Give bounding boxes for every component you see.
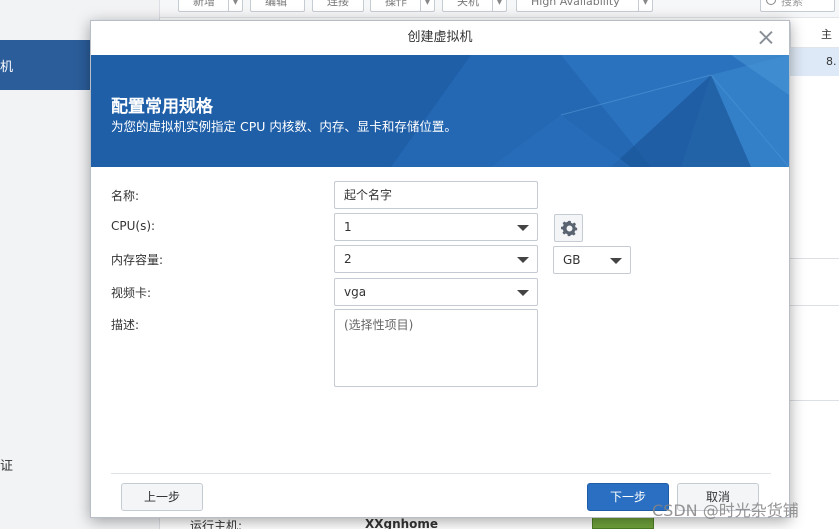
memory-unit-value: GB [563,253,581,267]
detail-label: 运行主机: [190,519,243,529]
close-icon[interactable] [759,30,773,44]
chevron-down-icon: ▼ [228,0,242,11]
status-chip [592,517,654,529]
divider [790,400,839,401]
footer-divider [111,473,771,474]
cpu-value: 1 [344,220,352,234]
toolbar: 新增 ▼ 编辑 连接 操作 ▼ 关机 ▼ High Availability ▼ [160,0,839,18]
description-field[interactable]: (选择性项目) [334,309,538,387]
banner-subtitle: 为您的虚拟机实例指定 CPU 内核数、内存、显卡和存储位置。 [111,119,457,134]
toolbar-shutdown-button[interactable]: 关机 ▼ [442,0,507,12]
chevron-down-icon [517,257,529,263]
chevron-down-icon: ▼ [638,0,652,11]
chevron-down-icon: ▼ [492,0,506,11]
memory-label: 内存容量: [111,253,164,267]
video-value: vga [344,285,367,299]
search-icon [766,0,776,5]
video-label: 视频卡: [111,286,152,300]
cpu-label: CPU(s): [111,219,156,233]
toolbar-button-label: 关机 [457,0,479,8]
name-field[interactable]: 起个名字 [334,181,538,209]
cpu-select[interactable]: 1 [334,213,538,241]
toolbar-new-button[interactable]: 新增 ▼ [178,0,243,12]
dialog-title: 创建虚拟机 [407,30,473,45]
description-label: 描述: [111,318,140,332]
toolbar-button-label: 操作 [385,0,407,8]
search-input[interactable]: 搜索 [760,0,835,12]
sidebar-item-label[interactable]: 证 [0,455,13,474]
divider [790,258,839,259]
create-vm-dialog: 创建虚拟机 配置常用规格 为您的虚拟机实例指定 CPU 内核数、内存、显卡和存储… [90,20,790,518]
detail-value: XXgnhome [365,517,439,529]
banner-title: 配置常用规格 [111,97,213,117]
name-label: 名称: [111,189,140,203]
table-header[interactable]: 主机 [790,22,839,67]
toolbar-button-label: High Availability [531,0,620,8]
chevron-down-icon [610,258,622,264]
description-placeholder: (选择性项目) [344,318,414,332]
chevron-down-icon [517,290,529,296]
gear-icon [561,220,578,237]
name-value: 起个名字 [344,188,393,202]
prev-button[interactable]: 上一步 [121,483,203,511]
chevron-down-icon: ▼ [420,0,434,11]
toolbar-edit-button[interactable]: 编辑 [250,0,305,12]
toolbar-action-button[interactable]: 操作 ▼ [370,0,435,12]
toolbar-button-label: 编辑 [265,0,287,8]
search-placeholder: 搜索 [781,0,803,8]
memory-select[interactable]: 2 [334,245,538,273]
divider [790,305,839,306]
toolbar-connect-button[interactable]: 连接 [312,0,364,12]
watermark: CSDN @时光杂货铺 [652,501,799,520]
dialog-banner: 配置常用规格 为您的虚拟机实例指定 CPU 内核数、内存、显卡和存储位置。 [91,55,789,167]
chevron-down-icon [517,225,529,231]
memory-value: 2 [344,252,352,266]
toolbar-button-label: 连接 [327,0,349,8]
cpu-settings-button[interactable] [554,214,583,242]
table-row[interactable]: 8. [790,48,839,76]
toolbar-button-label: 新增 [193,0,215,8]
sidebar-item-label: 机 [0,60,14,75]
video-select[interactable]: vga [334,278,538,306]
memory-unit-select[interactable]: GB [553,246,631,274]
toolbar-ha-button[interactable]: High Availability ▼ [516,0,653,12]
